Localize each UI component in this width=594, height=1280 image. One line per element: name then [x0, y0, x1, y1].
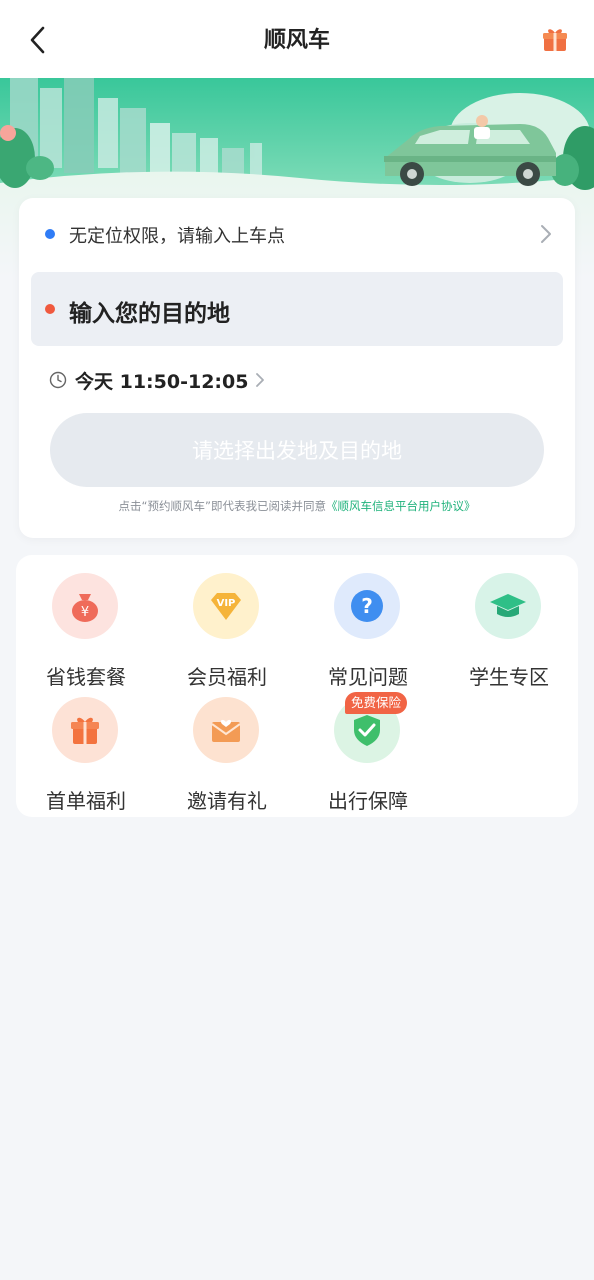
svg-text:?: ? [361, 594, 373, 618]
services-grid: ¥ 省钱套餐 VIP 会员福利 ? 常见问题 学生专区 首单福利 邀请有礼 出行… [16, 555, 578, 817]
free-insurance-badge: 免费保险 [345, 692, 408, 714]
money-bag-icon: ¥ [52, 573, 118, 639]
service-label: 邀请有礼 [187, 789, 267, 813]
agreement-prefix: 点击“预约顺风车”即代表我已阅读并同意 [118, 499, 326, 513]
vip-diamond-icon: VIP [193, 573, 259, 639]
question-icon: ? [334, 573, 400, 639]
book-ride-button[interactable]: 请选择出发地及目的地 [50, 413, 544, 487]
service-label: 首单福利 [46, 789, 126, 813]
chevron-right-icon [256, 373, 265, 387]
agreement-text: 点击“预约顺风车”即代表我已阅读并同意《顺风车信息平台用户协议》 [19, 498, 575, 514]
service-saving-package[interactable]: ¥ 省钱套餐 [16, 573, 156, 689]
service-label: 常见问题 [328, 665, 408, 689]
page-title: 顺风车 [263, 28, 330, 53]
graduation-cap-icon [475, 573, 541, 639]
pickup-location-row[interactable]: 无定位权限，请输入上车点 [19, 198, 575, 270]
svg-text:¥: ¥ [81, 605, 89, 620]
service-student-zone[interactable]: 学生专区 [439, 573, 579, 689]
destination-placeholder: 输入您的目的地 [69, 301, 230, 327]
gift-box-icon [52, 697, 118, 763]
departure-time-text: 今天 11:50-12:05 [75, 370, 249, 393]
departure-time-selector[interactable]: 今天 11:50-12:05 [49, 366, 266, 394]
gift-button[interactable] [538, 22, 572, 56]
service-invite-rewards[interactable]: 邀请有礼 [157, 697, 297, 813]
service-first-order-benefit[interactable]: 首单福利 [16, 697, 156, 813]
top-nav-bar: 顺风车 [0, 0, 594, 78]
user-agreement-link[interactable]: 《顺风车信息平台用户协议》 [326, 499, 476, 513]
service-member-benefits[interactable]: VIP 会员福利 [157, 573, 297, 689]
service-label: 学生专区 [469, 665, 549, 689]
service-faq[interactable]: ? 常见问题 [298, 573, 438, 689]
gift-icon [543, 29, 567, 51]
chevron-right-icon [541, 225, 551, 243]
trip-booking-card: 无定位权限，请输入上车点 输入您的目的地 今天 11:50-12:05 请选择出… [19, 198, 575, 538]
service-label: 出行保障 [328, 789, 408, 813]
destination-input[interactable]: 输入您的目的地 [31, 272, 563, 346]
clock-icon [49, 371, 67, 389]
service-label: 省钱套餐 [46, 665, 126, 689]
pickup-text: 无定位权限，请输入上车点 [69, 226, 285, 247]
service-label: 会员福利 [187, 665, 267, 689]
svg-text:VIP: VIP [217, 598, 236, 609]
destination-dot-icon [45, 304, 55, 314]
pickup-dot-icon [45, 229, 55, 239]
invite-envelope-icon [193, 697, 259, 763]
